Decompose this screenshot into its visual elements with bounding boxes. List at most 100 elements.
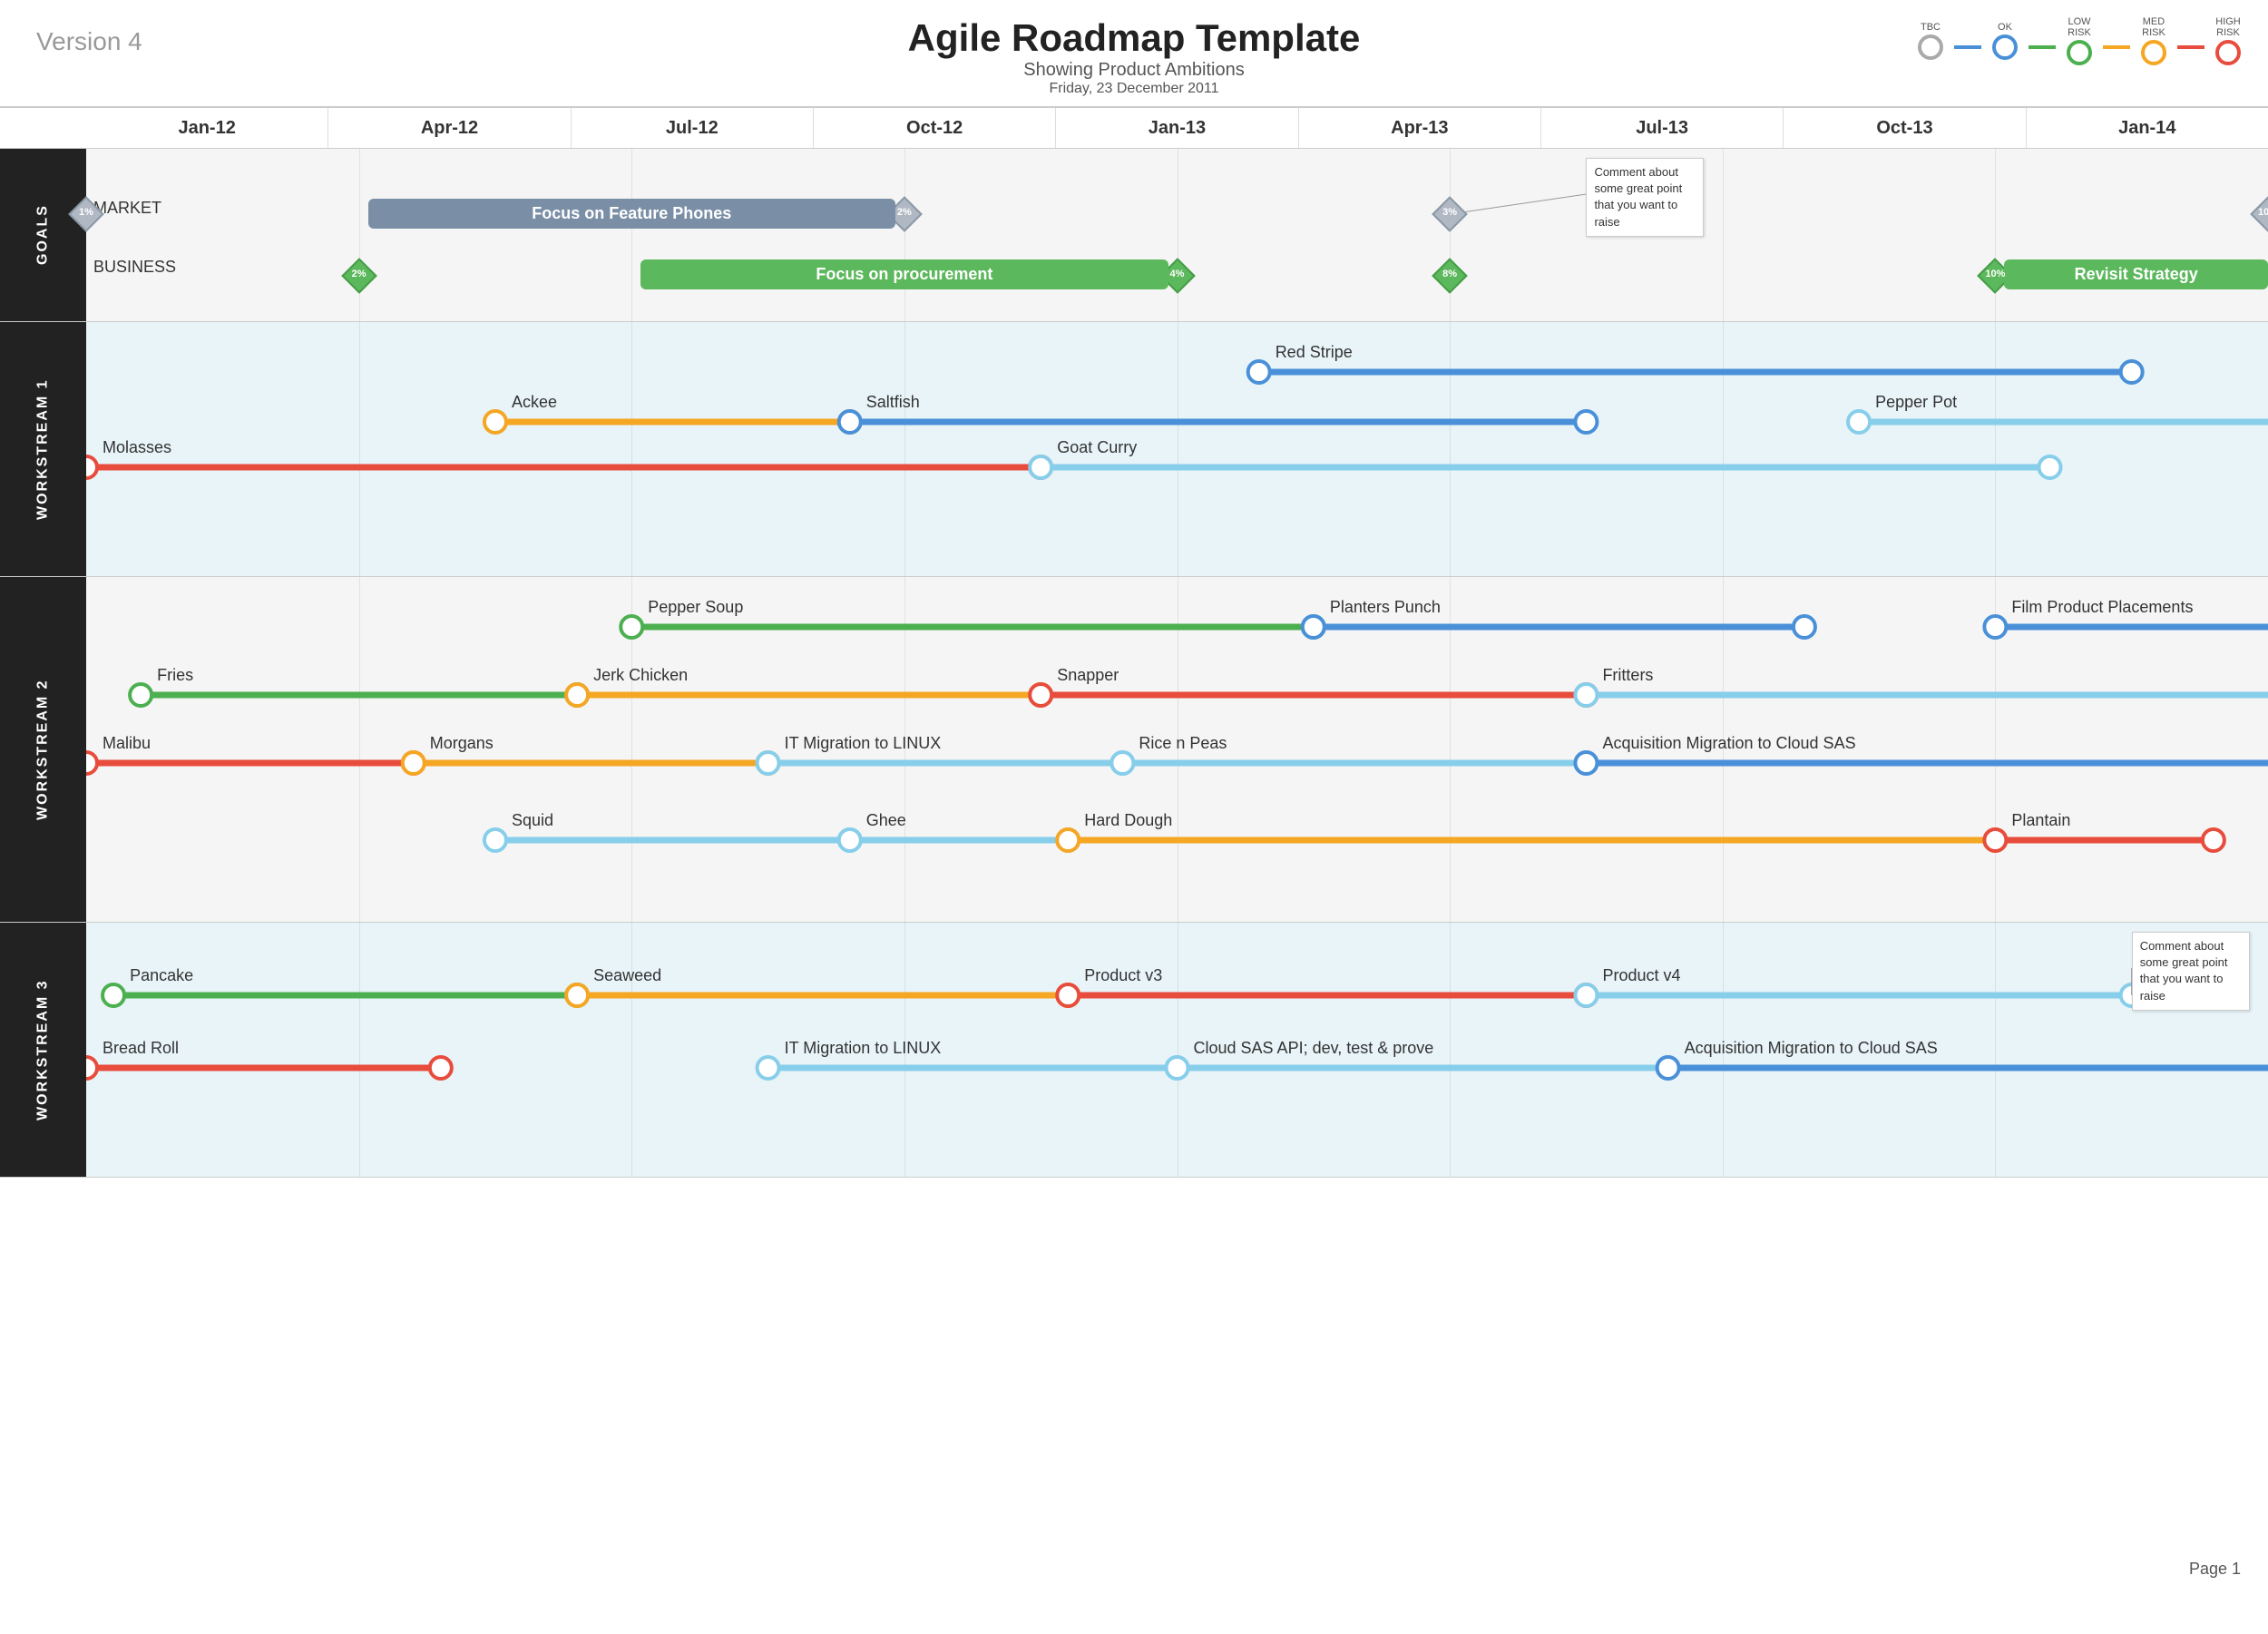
legend-item-ok: OK [1992, 22, 2018, 60]
title: Agile Roadmap Template [908, 16, 1361, 60]
svg-text:Pancake: Pancake [130, 966, 193, 984]
legend-connector-3 [2177, 45, 2204, 49]
market-badge-feature-phones: Focus on Feature Phones [368, 199, 895, 229]
timeline-header: Jan-12Apr-12Jul-12Oct-12Jan-13Apr-13Jul-… [0, 108, 2268, 149]
grid-line-1 [359, 322, 360, 576]
timeline-col-oct12: Oct-12 [814, 108, 1056, 148]
ws1-label: WORKSTREAM 1 [0, 322, 86, 576]
grid-line-7 [1995, 923, 1996, 1177]
legend: TBCOKLOW RISKMED RISKHIGH RISK [1918, 16, 2241, 65]
legend-circle-high risk [2215, 40, 2241, 65]
legend-connector-1 [2028, 45, 2056, 49]
goals-label: GOALS [0, 149, 86, 321]
workstream2-section: WORKSTREAM 2 Pepper Soup Planters Punch Fi… [0, 577, 2268, 923]
goals-section: GOALS MARKETBUSINESS1%2%3%10%2%4%8%10%Fo… [0, 149, 2268, 322]
svg-text:Jerk Chicken: Jerk Chicken [593, 666, 688, 684]
svg-text:Morgans: Morgans [430, 734, 494, 752]
ws2-label: WORKSTREAM 2 [0, 577, 86, 922]
grid-line-3 [904, 322, 905, 576]
business-pct-1: 4% [1165, 269, 1190, 279]
grid-line-5 [1450, 322, 1451, 576]
legend-item-lowrisk: LOW RISK [2067, 16, 2092, 65]
svg-text:Planters Punch: Planters Punch [1330, 598, 1441, 616]
timeline-col-jul13: Jul-13 [1541, 108, 1784, 148]
svg-text:Fritters: Fritters [1602, 666, 1653, 684]
goals-content: MARKETBUSINESS1%2%3%10%2%4%8%10%Focus on… [86, 149, 2268, 321]
svg-text:IT Migration to LINUX: IT Migration to LINUX [785, 1039, 942, 1057]
legend-circle-ok [1992, 34, 2018, 60]
svg-text:Film Product Placements: Film Product Placements [2011, 598, 2193, 616]
ws2-content: Pepper Soup Planters Punch Film Product Pl… [86, 577, 2268, 922]
ws3-label: WORKSTREAM 3 [0, 923, 86, 1177]
date: Friday, 23 December 2011 [908, 81, 1361, 97]
ws3-svg: PancakeSeaweedProduct v3Product v4Bread … [86, 923, 2268, 1177]
ws3-content: PancakeSeaweedProduct v3Product v4Bread … [86, 923, 2268, 1177]
business-pct-0: 2% [347, 269, 372, 279]
timeline-col-jan12: Jan-12 [86, 108, 328, 148]
version-label: Version 4 [36, 27, 142, 56]
svg-text:Bread Roll: Bread Roll [103, 1039, 179, 1057]
grid-line-2 [631, 923, 632, 1177]
svg-text:Acquisition Migration to Cloud: Acquisition Migration to Cloud SAS [1602, 734, 1855, 752]
workstream1-section: WORKSTREAM 1 Red StripeAckeeSaltfishPepp… [0, 322, 2268, 577]
svg-text:Ghee: Ghee [866, 811, 906, 829]
timeline-col-apr12: Apr-12 [328, 108, 571, 148]
grid-line-7 [1995, 577, 1996, 922]
grid-line-7 [1995, 149, 1996, 321]
ws3-grid [86, 923, 2268, 1177]
svg-text:Molasses: Molasses [103, 438, 171, 456]
svg-text:Cloud SAS API; dev, test & pro: Cloud SAS API; dev, test & prove [1194, 1039, 1434, 1057]
grid-line-2 [631, 577, 632, 922]
legend-circle-med risk [2141, 40, 2166, 65]
svg-text:Rice n Peas: Rice n Peas [1139, 734, 1227, 752]
legend-item-tbc: TBC [1918, 22, 1943, 60]
workstream3-section: WORKSTREAM 3 PancakeSeaweedProduct v3Pro… [0, 923, 2268, 1178]
svg-text:Product v4: Product v4 [1602, 966, 1680, 984]
svg-text:Product v3: Product v3 [1084, 966, 1162, 984]
goals-svg [86, 149, 2268, 321]
grid-line-6 [1723, 923, 1724, 1177]
header-center: Agile Roadmap Template Showing Product A… [908, 16, 1361, 97]
market-pct-0: 1% [73, 207, 99, 218]
business-badge-revisit: Revisit Strategy [2004, 259, 2268, 289]
legend-circle-low risk [2067, 40, 2092, 65]
svg-text:Squid: Squid [512, 811, 553, 829]
svg-text:IT Migration to LINUX: IT Migration to LINUX [785, 734, 942, 752]
ws1-grid [86, 322, 2268, 576]
ws2-grid [86, 577, 2268, 922]
ws3-comment-box: Comment about some great point that you … [2132, 932, 2250, 1011]
grid-line-7 [1995, 322, 1996, 576]
ws1-svg: Red StripeAckeeSaltfishPepper PotMolasse… [86, 322, 2268, 576]
grid-line-5 [1450, 577, 1451, 922]
svg-text:Snapper: Snapper [1057, 666, 1119, 684]
market-pct-1: 2% [892, 207, 917, 218]
timeline-col-jan13: Jan-13 [1056, 108, 1298, 148]
grid-line-5 [1450, 923, 1451, 1177]
business-badge-procurement: Focus on procurement [640, 259, 1168, 289]
svg-text:Goat Curry: Goat Curry [1057, 438, 1137, 456]
subtitle: Showing Product Ambitions [908, 60, 1361, 81]
market-comment-box: Comment about some great point that you … [1586, 158, 1704, 237]
svg-text:Pepper Soup: Pepper Soup [648, 598, 743, 616]
grid-line-5 [1450, 149, 1451, 321]
svg-text:Fries: Fries [157, 666, 193, 684]
grid-line-1 [359, 923, 360, 1177]
grid-line-1 [359, 577, 360, 922]
grid-line-6 [1723, 322, 1724, 576]
svg-text:Saltfish: Saltfish [866, 393, 920, 411]
grid-line-6 [1723, 149, 1724, 321]
legend-item-highrisk: HIGH RISK [2215, 16, 2241, 65]
timeline-col-jul12: Jul-12 [572, 108, 814, 148]
legend-connector-0 [1954, 45, 1981, 49]
business-pct-3: 10% [1982, 269, 2008, 279]
goals-grid [86, 149, 2268, 321]
grid-line-1 [359, 149, 360, 321]
svg-text:Pepper Pot: Pepper Pot [1875, 393, 1957, 411]
timeline-col-jan14: Jan-14 [2027, 108, 2268, 148]
header: Version 4 Agile Roadmap Template Showing… [0, 0, 2268, 108]
page-number: Page 1 [2189, 1560, 2241, 1579]
grid-line-3 [904, 149, 905, 321]
legend-connector-2 [2103, 45, 2130, 49]
business-row-label: BUSINESS [93, 258, 176, 277]
grid-line-2 [631, 322, 632, 576]
